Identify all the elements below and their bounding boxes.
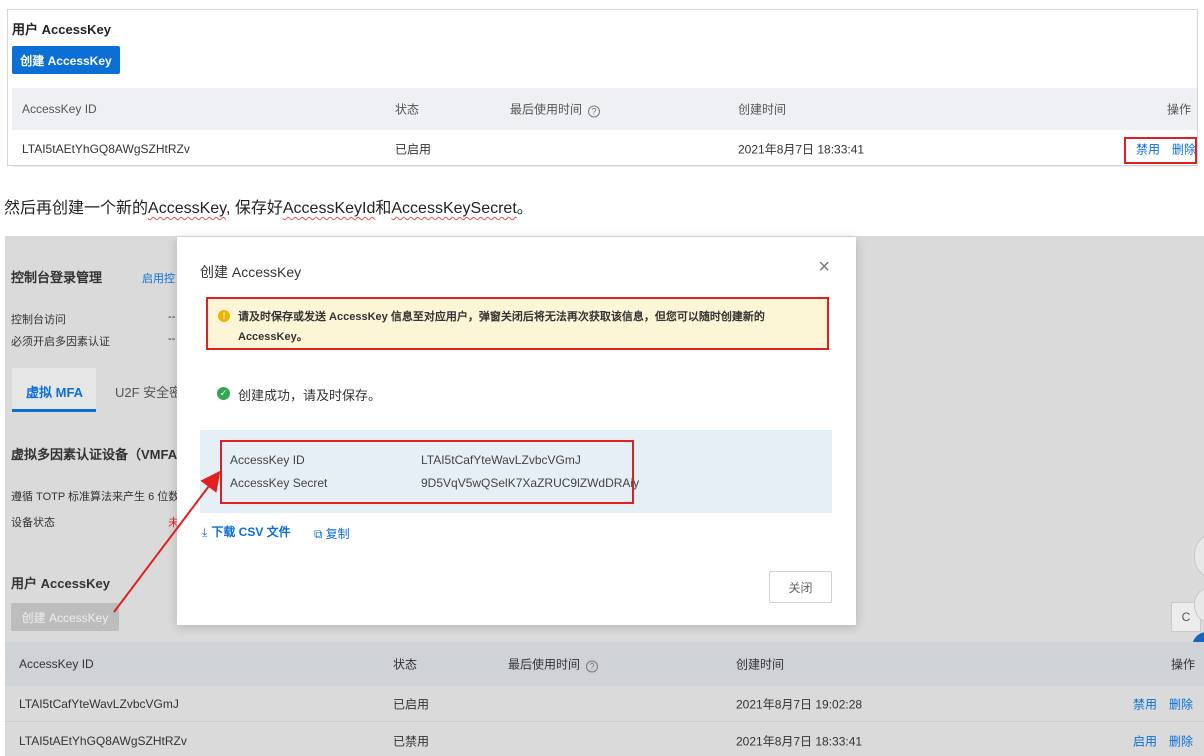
copy-link[interactable]: ⧉ 复制 [314, 525, 350, 542]
console-access-value: -- [168, 311, 176, 323]
key-secret-value[interactable]: 9D5VqV5wQSelK7XaZRUC9lZWdDRAiy [421, 476, 639, 490]
help-icon[interactable]: ? [586, 660, 599, 673]
col-created: 创建时间 [738, 102, 787, 117]
status: 已禁用 [393, 734, 430, 748]
accesskey-id: LTAI5tCafYteWavLZvbcVGmJ [19, 696, 179, 711]
dialog-title: 创建 AccessKey [200, 264, 302, 280]
delete-link[interactable]: 删除 [1169, 695, 1193, 712]
close-button[interactable]: 关闭 [769, 571, 832, 603]
status: 已启用 [395, 142, 432, 156]
top-accesskey-panel: 用户 AccessKey 创建 AccessKey AccessKey ID 状… [7, 9, 1198, 167]
close-icon[interactable]: × [818, 257, 830, 277]
col-status: 状态 [393, 657, 418, 672]
warning-text: 请及时保存或发送 AccessKey 信息至对应用户，弹窗关闭后将无法再次获取该… [238, 311, 765, 343]
col-status: 状态 [395, 102, 420, 117]
download-label: 下载 CSV 文件 [211, 525, 291, 539]
accesskey-id: LTAI5tAEtYhGQ8AWgSZHtRZv [22, 141, 190, 156]
download-csv-link[interactable]: ⤓ 下载 CSV 文件 [202, 523, 291, 540]
table-row: LTAI5tAEtYhGQ8AWgSZHtRZv 已启用 2021年8月7日 1… [12, 131, 1197, 167]
created-time: 2021年8月7日 18:33:41 [738, 142, 865, 156]
tab-label: 虚拟 MFA [26, 385, 84, 400]
enable-link[interactable]: 启用 [1133, 732, 1157, 749]
col-accesskey-id: AccessKey ID [22, 102, 97, 116]
key-secret-label: AccessKey Secret [230, 476, 328, 490]
mfa-required-value: -- [168, 333, 176, 345]
caption-term: AccessKeyId [282, 200, 376, 217]
col-last-used: 最后使用时间? [510, 101, 601, 118]
vmfa-title: 虚拟多因素认证设备（VMFA [11, 447, 178, 462]
status: 已启用 [393, 697, 430, 711]
annotation-highlight-box [220, 440, 634, 504]
warning-alert: ! 请及时保存或发送 AccessKey 信息至对应用户，弹窗关闭后将无法再次获… [206, 297, 829, 350]
annotation-highlight-box [1124, 137, 1197, 164]
col-actions: 操作 [1171, 657, 1196, 672]
disable-link[interactable]: 禁用 [1133, 695, 1157, 712]
caption-text: , 保存好 [225, 200, 283, 217]
delete-link[interactable]: 删除 [1169, 732, 1193, 749]
col-created: 创建时间 [736, 657, 785, 672]
create-accesskey-dialog: 创建 AccessKey × ! 请及时保存或发送 AccessKey 信息至对… [177, 237, 856, 625]
device-status-label: 设备状态 [11, 517, 55, 529]
table-header: AccessKey ID 状态 最后使用时间? 创建时间 操作 [5, 642, 1204, 686]
key-id-value[interactable]: LTAI5tCafYteWavLZvbcVGmJ [421, 453, 581, 467]
enable-console-link[interactable]: 启用控 [142, 270, 175, 286]
success-check-icon: ✓ [217, 387, 230, 400]
warning-icon: ! [218, 310, 230, 322]
tab-virtual-mfa[interactable]: 虚拟 MFA [12, 368, 96, 412]
key-id-label: AccessKey ID [230, 453, 305, 467]
accesskey-id: LTAI5tAEtYhGQ8AWgSZHtRZv [19, 733, 187, 748]
caption-text: 和 [375, 200, 392, 217]
caption-term: AccessKey [148, 200, 226, 217]
top-section-title: 用户 AccessKey [12, 22, 111, 37]
col-last-used: 最后使用时间? [508, 656, 599, 673]
vmfa-description: 遵循 TOTP 标准算法来产生 6 位数 [11, 491, 180, 503]
floating-tool-icon[interactable] [1194, 536, 1204, 576]
caption-term: AccessKeySecret [391, 200, 517, 217]
accesskey-section-title: 用户 AccessKey [11, 576, 110, 591]
table-header: AccessKey ID 状态 最后使用时间? 创建时间 操作 [12, 88, 1197, 130]
success-message: 创建成功，请及时保存。 [238, 388, 382, 403]
download-icon: ⤓ [202, 525, 208, 539]
col-actions: 操作 [1166, 102, 1191, 117]
table-row: LTAI5tCafYteWavLZvbcVGmJ 已启用 2021年8月7日 1… [5, 686, 1204, 722]
col-last-used-label: 最后使用时间 [510, 102, 583, 117]
mfa-required-label: 必须开启多因素认证 [11, 336, 110, 348]
created-time: 2021年8月7日 19:02:28 [736, 697, 863, 711]
instruction-caption: 然后再创建一个新的AccessKey, 保存好AccessKeyId和Acces… [4, 194, 533, 218]
create-accesskey-button-disabled[interactable]: 创建 AccessKey [11, 603, 119, 631]
tab-u2f[interactable]: U2F 安全密 [115, 382, 182, 401]
col-accesskey-id: AccessKey ID [19, 657, 94, 671]
copy-icon: ⧉ [314, 527, 323, 541]
caption-text: 然后再创建一个新的 [4, 200, 149, 217]
caption-text: 。 [516, 200, 533, 217]
login-management-title: 控制台登录管理 [11, 270, 103, 285]
copy-label: 复制 [325, 527, 350, 541]
created-time: 2021年8月7日 18:33:41 [736, 734, 863, 748]
create-accesskey-button[interactable]: 创建 AccessKey [12, 46, 120, 74]
help-icon[interactable]: ? [588, 105, 601, 118]
col-last-used-label: 最后使用时间 [508, 657, 581, 672]
console-access-label: 控制台访问 [11, 314, 66, 326]
table-row: LTAI5tAEtYhGQ8AWgSZHtRZv 已禁用 2021年8月7日 1… [5, 723, 1204, 756]
